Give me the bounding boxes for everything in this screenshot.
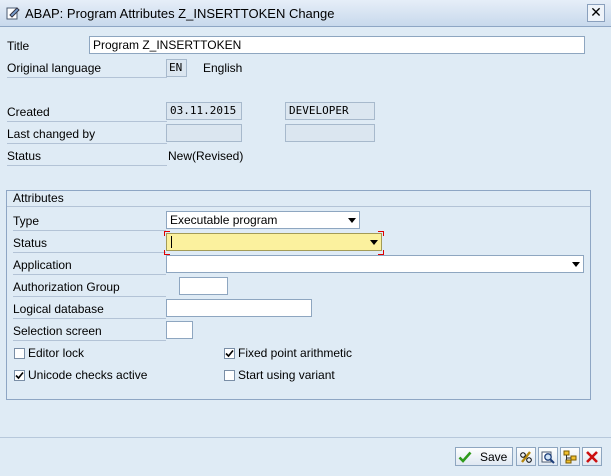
check-icon: [458, 451, 472, 463]
fixed-point-label: Fixed point arithmetic: [238, 346, 353, 360]
last-changed-user-field: [285, 124, 375, 142]
orig-lang-label: Original language: [7, 61, 167, 78]
required-marker-tl: [164, 231, 170, 236]
status-value: New(Revised): [168, 149, 244, 163]
footer-divider: [0, 437, 611, 438]
window-titlebar: ABAP: Program Attributes Z_INSERTTOKEN C…: [0, 0, 611, 27]
chevron-down-icon: [370, 240, 378, 245]
checkmark-icon: [15, 371, 24, 380]
where-used-button[interactable]: [538, 447, 558, 466]
required-marker-tr: [378, 231, 384, 236]
title-input[interactable]: Program Z_INSERTTOKEN: [89, 36, 585, 54]
type-label: Type: [13, 214, 166, 231]
save-button[interactable]: Save: [455, 447, 513, 466]
hierarchy-icon: [563, 450, 577, 464]
window-title: ABAP: Program Attributes Z_INSERTTOKEN C…: [25, 6, 335, 21]
title-label: Title: [7, 39, 30, 53]
checkmark-icon: [225, 349, 234, 358]
cancel-button[interactable]: [582, 447, 602, 466]
fixed-point-checkbox[interactable]: [224, 348, 235, 359]
text-cursor: [171, 236, 172, 248]
selection-screen-input[interactable]: [166, 321, 193, 339]
save-button-label: Save: [480, 450, 508, 464]
edit-document-icon: [6, 7, 20, 20]
close-button[interactable]: ✕: [587, 4, 605, 22]
chevron-down-icon: [572, 262, 580, 267]
unicode-checkbox[interactable]: [14, 370, 25, 381]
attributes-group-title: Attributes: [7, 191, 590, 207]
chevron-down-icon: [348, 218, 356, 223]
created-user-field: DEVELOPER: [285, 102, 375, 120]
last-changed-date-field: [166, 124, 242, 142]
created-date-field: 03.11.2015: [166, 102, 242, 120]
status-dropdown[interactable]: [166, 233, 382, 251]
auth-group-input[interactable]: [179, 277, 228, 295]
hierarchy-button[interactable]: [560, 447, 580, 466]
type-dropdown-value: Executable program: [170, 213, 278, 227]
last-changed-label: Last changed by: [7, 127, 167, 144]
start-variant-checkbox[interactable]: [224, 370, 235, 381]
orig-lang-code-field: EN: [166, 59, 187, 77]
cancel-icon: [586, 451, 598, 463]
orig-lang-name: English: [203, 61, 243, 75]
where-used-icon: [541, 451, 555, 464]
type-dropdown[interactable]: Executable program: [166, 211, 360, 229]
created-label: Created: [7, 105, 167, 122]
unicode-label: Unicode checks active: [28, 368, 148, 382]
pencil-glasses-icon: [520, 451, 532, 463]
editor-lock-checkbox[interactable]: [14, 348, 25, 359]
application-dropdown[interactable]: [166, 255, 584, 273]
application-label: Application: [13, 258, 166, 275]
attr-status-label: Status: [13, 236, 166, 253]
logical-db-label: Logical database: [13, 302, 166, 319]
logical-db-input[interactable]: [166, 299, 312, 317]
pencil-glasses-button[interactable]: [516, 447, 536, 466]
start-variant-label: Start using variant: [238, 368, 335, 382]
auth-group-label: Authorization Group: [13, 280, 166, 297]
status-label: Status: [7, 149, 167, 166]
selection-screen-label: Selection screen: [13, 324, 166, 341]
editor-lock-label: Editor lock: [28, 346, 85, 360]
